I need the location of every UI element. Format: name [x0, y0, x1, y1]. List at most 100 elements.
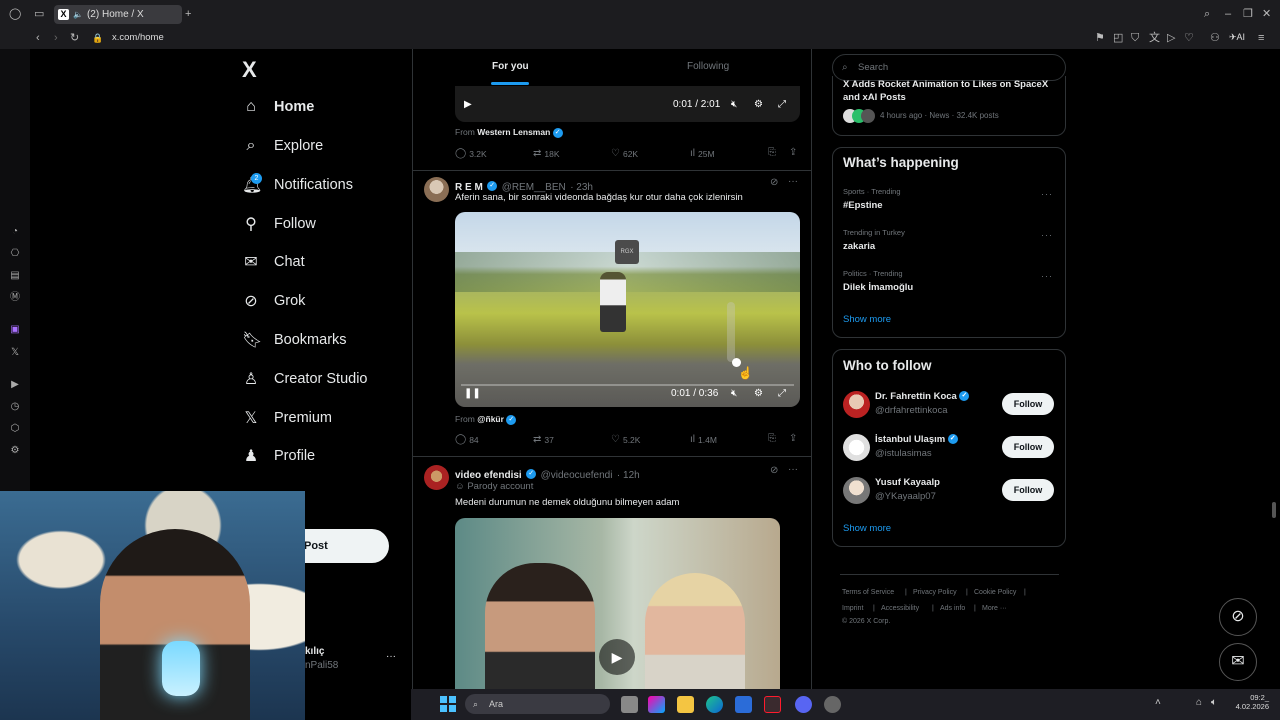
trend1-more-icon[interactable]: ···	[1041, 189, 1053, 199]
tweet2-reply[interactable]: ◯ 84	[455, 434, 479, 445]
back-icon[interactable]: ‹	[36, 31, 40, 45]
app-m-icon[interactable]: Ⓜ	[9, 292, 21, 304]
opera-logo-icon[interactable]: ◯	[9, 7, 21, 21]
tweet3-name[interactable]: video efendisi	[455, 470, 522, 481]
tweet1-video[interactable]: ▶ 0:01 / 2:01 🔇︎ ⚙ ⤢	[455, 86, 800, 122]
taskbar-search[interactable]: ⌕ Ara	[465, 694, 610, 714]
shield-icon[interactable]: ⛉	[1131, 31, 1139, 45]
file-explorer-icon[interactable]	[677, 696, 694, 713]
nav-grok[interactable]: ⊘ Grok	[242, 288, 305, 314]
tab-for-you[interactable]: For you	[492, 61, 529, 72]
footer-cookie[interactable]: Cookie Policy	[974, 589, 1016, 596]
restore-button[interactable]: ❐	[1243, 7, 1253, 21]
pause-icon[interactable]: ❚❚	[464, 388, 481, 399]
tweet2-like[interactable]: ♡ 5.2K	[611, 434, 640, 445]
tweet2-avatar[interactable]	[424, 177, 449, 202]
video-settings-icon[interactable]: ⚙	[754, 388, 763, 399]
tab-following[interactable]: Following	[687, 61, 729, 72]
tweet3-video[interactable]: ▶	[455, 518, 780, 689]
follow-button[interactable]: Follow	[1002, 436, 1054, 458]
tweet1-repost[interactable]: ⇄ 18K	[533, 148, 560, 159]
x-app-icon[interactable]: 𝕏	[9, 347, 21, 359]
ai-icon[interactable]: ⎔	[9, 248, 21, 260]
heart-icon[interactable]: ♡	[1184, 31, 1194, 45]
who-to-follow-show-more[interactable]: Show more	[843, 523, 891, 534]
tweet1-reply[interactable]: ◯ 3.2K	[455, 148, 487, 159]
account-more-icon[interactable]: ···	[386, 651, 396, 662]
extensions-icon[interactable]: ⬡	[9, 423, 21, 435]
footer-ads-info[interactable]: Ads info	[940, 605, 965, 612]
tweet1-from-name[interactable]: Western Lensman	[477, 127, 550, 137]
tweet2-views[interactable]: ıl 1.4M	[690, 434, 717, 445]
trend2-more-icon[interactable]: ···	[1041, 230, 1053, 240]
account-icon[interactable]: ⚇	[1210, 31, 1220, 45]
minimize-button[interactable]: –	[1225, 7, 1231, 21]
discord-icon[interactable]	[795, 696, 812, 713]
history-icon[interactable]: ◷	[9, 401, 21, 413]
trend1-name[interactable]: #Epstine	[843, 200, 883, 211]
twitch-icon[interactable]: ▣	[9, 324, 21, 336]
aria-ai-button[interactable]: ✈AI	[1229, 32, 1245, 43]
browser-tab[interactable]: X 🔈 (2) Home / X	[54, 5, 182, 24]
scrollbar-thumb[interactable]	[1272, 502, 1276, 518]
nav-follow[interactable]: ⚲ Follow	[242, 211, 316, 237]
wtf1-avatar[interactable]	[843, 391, 870, 418]
nav-chat[interactable]: ✉ Chat	[242, 249, 304, 275]
footer-terms[interactable]: Terms of Service	[842, 589, 894, 596]
new-tab-button[interactable]: +	[185, 7, 191, 21]
news-title[interactable]: X Adds Rocket Animation to Likes on Spac…	[843, 78, 1053, 106]
nav-profile[interactable]: ♟ Profile	[242, 443, 315, 469]
steam-icon[interactable]	[824, 696, 841, 713]
trends-show-more[interactable]: Show more	[843, 314, 891, 325]
wtf2-avatar[interactable]	[843, 434, 870, 461]
mute-icon[interactable]: 🔇︎	[731, 99, 737, 110]
video-progress-bar[interactable]	[461, 384, 794, 386]
tweet1-share[interactable]: ⇪	[789, 147, 797, 158]
tweet3-avatar[interactable]	[424, 465, 449, 490]
footer-more[interactable]: More ···	[982, 605, 1007, 612]
volume-icon[interactable]: 🔈︎	[1211, 697, 1217, 708]
tray-chevron-icon[interactable]: ˄	[1155, 697, 1161, 708]
video-settings-icon[interactable]: ⚙	[754, 99, 763, 110]
nav-explore[interactable]: ⌕ Explore	[242, 133, 324, 159]
footer-accessibility[interactable]: Accessibility	[881, 605, 919, 612]
fullscreen-icon[interactable]: ⤢	[778, 99, 786, 110]
menu-icon[interactable]: ≡	[1258, 31, 1264, 45]
windows-start-icon[interactable]	[440, 696, 456, 712]
settings-icon[interactable]: ⚙	[9, 445, 21, 457]
bookmark-page-icon[interactable]: ⚑	[1095, 31, 1105, 45]
tweet3-more-icon[interactable]: ···	[788, 464, 798, 475]
messages-fab-icon[interactable]: ✉	[1219, 643, 1257, 681]
clock[interactable]: 09:2_ 4.02.2026	[1233, 693, 1269, 711]
speed-icon[interactable]: ◔	[9, 226, 21, 238]
wtf3-avatar[interactable]	[843, 477, 870, 504]
x-logo[interactable]: X	[242, 57, 257, 83]
reload-icon[interactable]: ↻	[70, 31, 79, 45]
tweet1-like[interactable]: ♡ 62K	[611, 148, 638, 159]
nav-premium[interactable]: 𝕏 Premium	[242, 405, 332, 431]
tweet1-bookmark[interactable]: ⎘	[768, 147, 776, 158]
wtf3-name[interactable]: Yusuf Kayaalp	[875, 477, 940, 488]
capture-icon[interactable]: ◰	[1113, 31, 1123, 45]
footer-privacy[interactable]: Privacy Policy	[913, 589, 957, 596]
url-text[interactable]: x.com/home	[112, 32, 164, 43]
translate-icon[interactable]: 文	[1149, 31, 1160, 45]
notes-icon[interactable]: ▤	[9, 270, 21, 282]
player-icon[interactable]: ▷	[1167, 31, 1175, 45]
wtf2-name[interactable]: İstanbul Ulaşım ✓	[875, 434, 958, 445]
wtf1-name[interactable]: Dr. Fahrettin Koca ✓	[875, 391, 970, 402]
play-overlay-icon[interactable]: ▶	[599, 639, 635, 675]
trend3-more-icon[interactable]: ···	[1041, 271, 1053, 281]
store-icon[interactable]	[735, 696, 752, 713]
footer-imprint[interactable]: Imprint	[842, 605, 863, 612]
network-icon[interactable]: ⌂	[1196, 697, 1202, 708]
fullscreen-icon[interactable]: ⤢	[778, 388, 786, 399]
copilot-icon[interactable]	[648, 696, 665, 713]
tweet3-handle[interactable]: @videocuefendi	[541, 470, 613, 481]
tweet1-views[interactable]: ıl 25M	[690, 148, 715, 159]
tweet2-share[interactable]: ⇪	[789, 433, 797, 444]
task-view-icon[interactable]	[621, 696, 638, 713]
forward-icon[interactable]: ›	[54, 31, 58, 45]
volume-slider[interactable]	[727, 302, 735, 362]
tweet3-time[interactable]: · 12h	[617, 470, 640, 481]
